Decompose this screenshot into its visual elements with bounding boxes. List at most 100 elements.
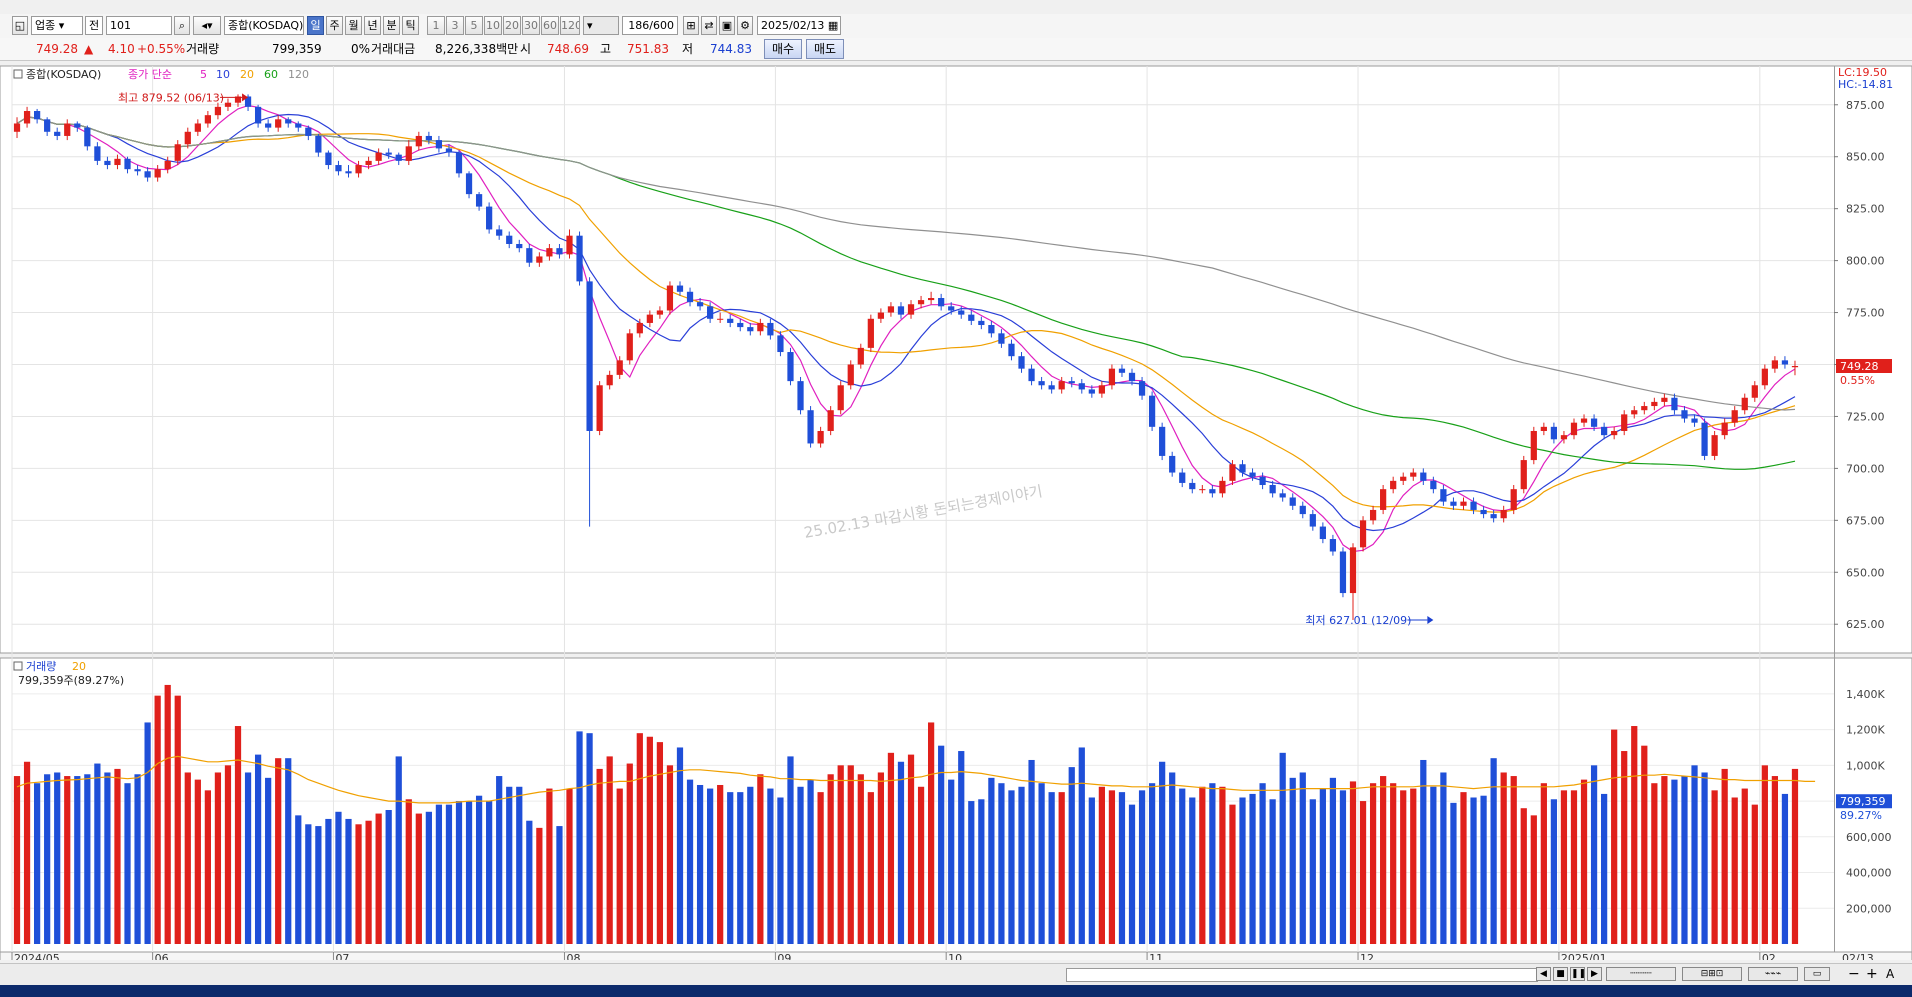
volume-bar <box>1781 793 1789 944</box>
candle-body <box>224 102 232 107</box>
volume-bar <box>395 756 402 944</box>
candle-body <box>1410 472 1417 477</box>
candle-body <box>1580 418 1588 423</box>
price-tick-label: 875.00 <box>1846 99 1885 112</box>
volume-bar <box>1621 751 1628 944</box>
candle-body <box>666 285 674 311</box>
tab-day[interactable]: 일 <box>307 16 324 35</box>
candle-body <box>737 322 744 328</box>
code-input[interactable]: 101 <box>106 16 172 35</box>
candle-body <box>1018 356 1025 369</box>
volume-bar <box>727 792 734 944</box>
pause-icon[interactable]: ❚❚ <box>1570 967 1586 981</box>
candle-body <box>1781 360 1789 365</box>
volume-last-value: 799,359 <box>1840 795 1886 808</box>
date-field[interactable]: 2025/02/13 ▦ <box>757 16 841 35</box>
candle-body <box>184 131 191 145</box>
candle-body <box>475 194 483 207</box>
chart-type-icon[interactable]: ⊟⊞⊡ <box>1682 967 1742 981</box>
interval-5[interactable]: 5 <box>465 16 483 35</box>
range-select[interactable]: 전 <box>85 16 103 35</box>
candle-body <box>707 306 714 319</box>
compare-icon[interactable]: ⇄ <box>701 16 717 35</box>
indicator-icon[interactable]: ⌁⌁⌁ <box>1748 967 1798 981</box>
chart-settings-icon[interactable]: ⊞ <box>683 16 699 35</box>
price-tick-label: 625.00 <box>1846 618 1885 631</box>
candle-body <box>13 123 21 132</box>
volume-bar <box>1420 759 1427 944</box>
volume-bar <box>938 745 945 944</box>
interval-10[interactable]: 10 <box>484 16 502 35</box>
candle-body <box>1329 539 1337 552</box>
sell-button[interactable]: 매도 <box>806 39 844 59</box>
search-icon[interactable]: ⌕ <box>174 16 190 35</box>
candle-body <box>1148 395 1156 427</box>
screenshot-icon[interactable]: ▭ <box>1804 967 1830 981</box>
tab-tick[interactable]: 틱 <box>402 16 419 35</box>
candle-body <box>1540 426 1547 431</box>
speaker-icon[interactable]: ◂▾ <box>193 16 221 35</box>
candle-body <box>335 165 342 172</box>
candle-body <box>455 152 463 174</box>
chart-area[interactable]: 625.00650.00675.00700.00725.00750.00775.… <box>0 60 1912 965</box>
volume-bar <box>827 774 834 944</box>
volume-bar <box>1108 790 1116 944</box>
price-panel <box>0 65 1912 654</box>
layout-icon[interactable]: ◱ <box>12 16 28 35</box>
volume-bar <box>254 754 262 944</box>
candle-body <box>546 248 553 257</box>
count-field[interactable]: 186/600 <box>622 16 678 35</box>
market-select[interactable]: 업종 ▾ <box>31 16 83 35</box>
ma-legend-20: 20 <box>240 68 254 81</box>
candle-body <box>1641 406 1648 411</box>
volume-bar <box>777 797 784 944</box>
scroll-left-icon[interactable]: ◀ <box>1536 967 1551 981</box>
candle-body <box>1048 385 1055 390</box>
interval-60[interactable]: 60 <box>541 16 559 35</box>
candle-body <box>1078 383 1085 390</box>
tab-month[interactable]: 월 <box>345 16 362 35</box>
tab-year[interactable]: 년 <box>364 16 381 35</box>
price-volume-chart[interactable]: 625.00650.00675.00700.00725.00750.00775.… <box>0 60 1912 965</box>
scroll-right-icon[interactable]: ▶ <box>1587 967 1602 981</box>
tab-week[interactable]: 주 <box>326 16 343 35</box>
volume-bar <box>747 786 754 944</box>
x-tick-label: 07 <box>335 952 349 960</box>
volume-bar <box>1068 767 1075 944</box>
candle-body <box>1651 401 1658 407</box>
volume-tick-label: 1,000K <box>1846 759 1885 772</box>
volume-bar <box>44 774 51 944</box>
interval-30[interactable]: 30 <box>522 16 540 35</box>
candle-body <box>1741 397 1748 411</box>
interval-1[interactable]: 1 <box>427 16 445 35</box>
gear-icon[interactable]: ⚙ <box>737 16 753 35</box>
volume-bar <box>1741 788 1748 944</box>
volume-bar <box>1199 786 1206 944</box>
stop-icon[interactable]: ■ <box>1553 967 1568 981</box>
candle-body <box>1791 365 1799 368</box>
interval-120[interactable]: 120 <box>560 16 580 35</box>
buy-button[interactable]: 매수 <box>764 39 802 59</box>
period-slider-icon[interactable]: ┄┄┄┄ <box>1606 967 1676 981</box>
volume-bar <box>1118 792 1126 944</box>
candle-body <box>1450 501 1457 506</box>
zoom-in-icon[interactable]: + <box>1866 966 1878 982</box>
volume-bar <box>1058 792 1065 944</box>
candle-body <box>1711 435 1718 456</box>
interval-custom-select[interactable]: ▾ <box>583 16 619 35</box>
interval-3[interactable]: 3 <box>446 16 464 35</box>
volume-bar <box>265 777 272 944</box>
candle-body <box>968 314 975 321</box>
candle-body <box>1179 472 1186 483</box>
save-icon[interactable]: ▣ <box>719 16 735 35</box>
candle-body <box>1169 455 1176 473</box>
zoom-out-icon[interactable]: − <box>1848 966 1860 982</box>
volume-bar <box>194 779 201 944</box>
volume-bar <box>1450 802 1457 944</box>
interval-20[interactable]: 20 <box>503 16 521 35</box>
horizontal-scrollbar[interactable] <box>1066 968 1538 982</box>
auto-scale-button[interactable]: A <box>1886 967 1894 981</box>
candle-body <box>656 310 664 315</box>
candle-body <box>606 374 613 386</box>
tab-minute[interactable]: 분 <box>383 16 400 35</box>
